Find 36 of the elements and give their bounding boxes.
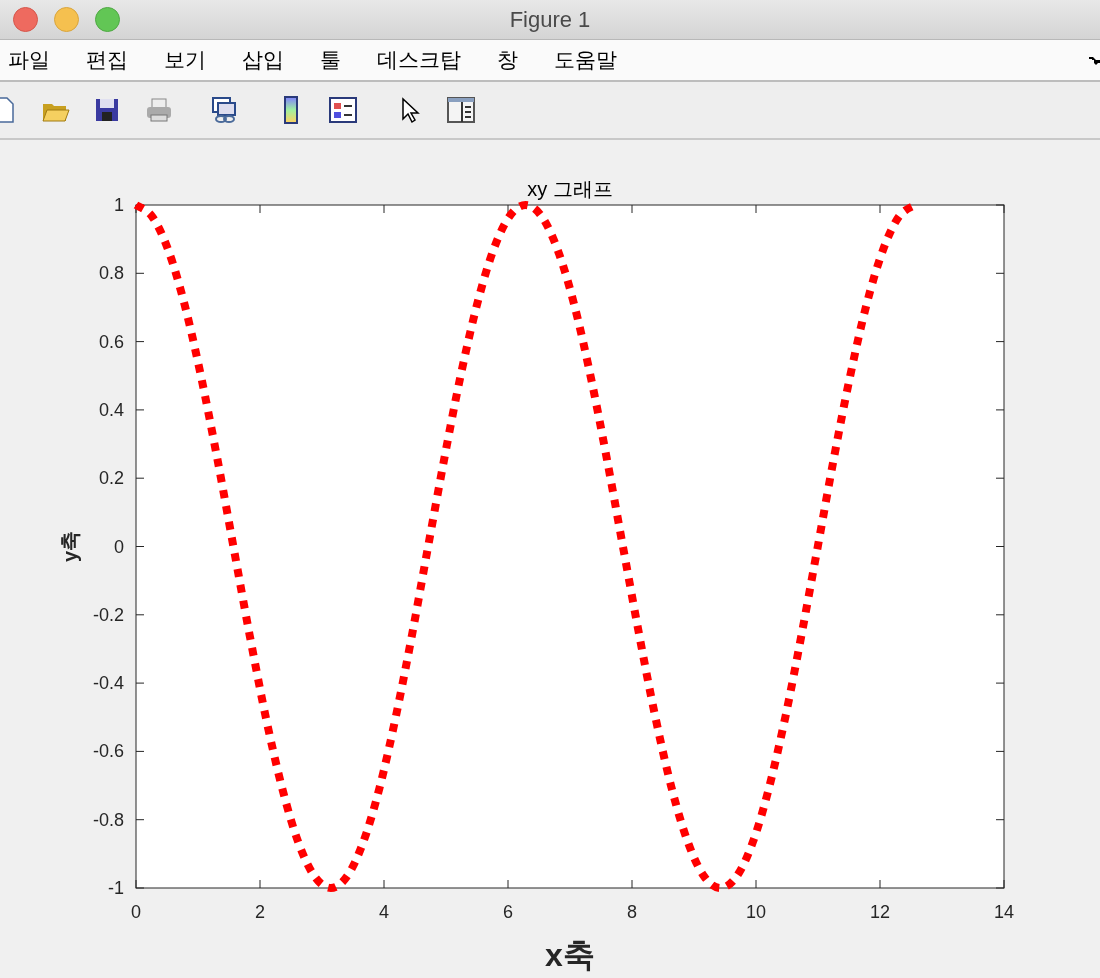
menu-item[interactable]: 삽입: [242, 44, 284, 76]
x-tick-label: 10: [746, 902, 766, 922]
menu-item[interactable]: 보기: [164, 44, 206, 76]
y-tick-label: -0.2: [92, 604, 124, 625]
chart-title: xy 그래프: [527, 178, 613, 200]
y-axis-label: y축: [59, 530, 81, 563]
y-tick-label: -1: [108, 878, 124, 898]
menu-item[interactable]: 창: [497, 44, 518, 76]
x-tick-label: 4: [379, 902, 389, 922]
legend-icon[interactable]: [328, 95, 358, 125]
property-panel-icon[interactable]: [446, 95, 476, 125]
y-tick-label: 1: [114, 195, 124, 215]
y-tick-label: -0.4: [92, 673, 124, 694]
y-tick-label: 0: [114, 536, 124, 557]
x-tick-label: 0: [131, 902, 141, 922]
y-tick-label: 0.4: [98, 399, 124, 420]
y-tick-label: -0.6: [92, 741, 124, 762]
y-tick-label: 0.8: [98, 263, 124, 284]
menu-item[interactable]: 데스크탑: [377, 44, 461, 76]
menu-item[interactable]: 툴: [320, 44, 341, 76]
undock-arrow-icon[interactable]: [1088, 54, 1100, 66]
x-tick-label: 14: [994, 902, 1014, 922]
menu-item[interactable]: 편집: [86, 44, 128, 76]
menu-item[interactable]: 도움말: [554, 44, 617, 76]
x-tick-label: 2: [255, 902, 265, 922]
menu-item[interactable]: 파일: [8, 44, 50, 76]
window-title: Figure 1: [509, 6, 591, 34]
y-tick-label: 0.6: [98, 331, 124, 352]
x-tick-label: 12: [870, 902, 890, 922]
x-tick-label: 6: [503, 902, 513, 922]
y-tick-label: 0.2: [98, 468, 124, 489]
x-tick-label: 8: [627, 902, 637, 922]
y-tick-label: -0.8: [92, 809, 124, 830]
close-button[interactable]: [13, 7, 38, 32]
printer-icon[interactable]: [144, 95, 174, 125]
x-axis-label: x축: [545, 937, 595, 973]
